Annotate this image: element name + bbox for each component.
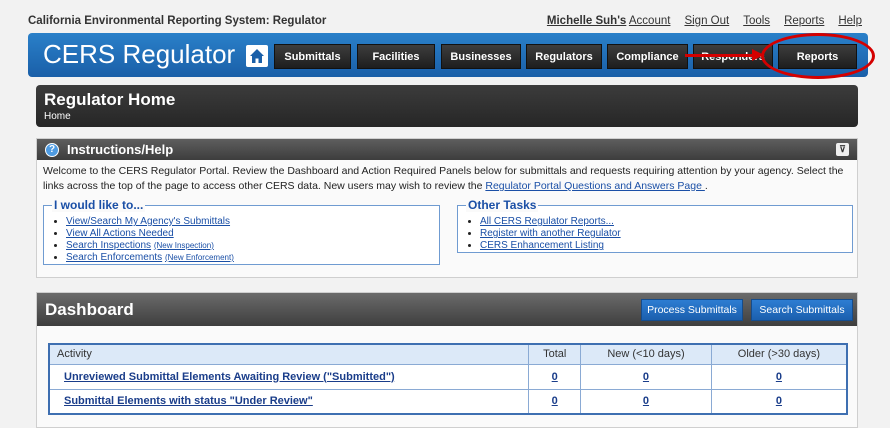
all-reports-link[interactable]: All CERS Regulator Reports... [480, 216, 614, 227]
view-actions-link[interactable]: View All Actions Needed [66, 228, 174, 239]
help-link[interactable]: Help [838, 15, 862, 27]
account-link[interactable]: Michelle Suh's Account [547, 15, 671, 27]
annotation-arrow [685, 54, 755, 57]
total-count-link[interactable]: 0 [552, 371, 558, 383]
view-submittals-link[interactable]: View/Search My Agency's Submittals [66, 216, 230, 227]
older-cell: 0 [710, 363, 848, 390]
user-name[interactable]: Michelle Suh's [547, 15, 626, 27]
activity-cell: Submittal Elements with status "Under Re… [48, 388, 530, 415]
new-count-link[interactable]: 0 [643, 395, 649, 407]
activity-cell: Unreviewed Submittal Elements Awaiting R… [48, 363, 530, 390]
utility-links: Michelle Suh's Account Sign Out Tools Re… [547, 15, 862, 27]
instructions-header[interactable]: ? Instructions/Help ⊽ [37, 139, 857, 160]
home-button[interactable] [246, 45, 268, 67]
col-new: New (<10 days) [580, 343, 712, 365]
col-activity: Activity [48, 343, 530, 365]
under-review-link[interactable]: Submittal Elements with status "Under Re… [64, 395, 313, 407]
other-tasks-legend: Other Tasks [466, 198, 539, 212]
instructions-title: Instructions/Help [67, 142, 174, 157]
tools-link[interactable]: Tools [743, 15, 770, 27]
search-inspections-link[interactable]: Search Inspections [66, 240, 151, 251]
nav-compliance[interactable]: Compliance [607, 44, 688, 69]
search-submittals-button[interactable]: Search Submittals [751, 299, 853, 321]
process-submittals-button[interactable]: Process Submittals [641, 299, 743, 321]
new-count-link[interactable]: 0 [643, 371, 649, 383]
nav-facilities[interactable]: Facilities [357, 44, 435, 69]
new-inspection-link[interactable]: (New Inspection) [154, 241, 214, 250]
nav-submittals[interactable]: Submittals [274, 44, 351, 69]
register-regulator-link[interactable]: Register with another Regulator [480, 228, 621, 239]
new-cell: 0 [580, 388, 712, 415]
search-enforcements-link[interactable]: Search Enforcements [66, 252, 162, 263]
col-older: Older (>30 days) [710, 343, 848, 365]
instructions-end: . [704, 180, 708, 192]
activity-table: Activity Total New (<10 days) Older (>30… [48, 343, 848, 415]
unreviewed-link[interactable]: Unreviewed Submittal Elements Awaiting R… [64, 371, 395, 383]
reports-link[interactable]: Reports [784, 15, 824, 27]
instructions-panel: ? Instructions/Help ⊽ Welcome to the CER… [36, 138, 858, 278]
qa-page-link[interactable]: Regulator Portal Questions and Answers P… [485, 180, 704, 192]
enhancement-listing-link[interactable]: CERS Enhancement Listing [480, 240, 604, 251]
older-count-link[interactable]: 0 [776, 371, 782, 383]
brand-title: CERS Regulator [43, 39, 236, 69]
older-count-link[interactable]: 0 [776, 395, 782, 407]
dashboard-title: Dashboard [45, 299, 134, 319]
breadcrumb[interactable]: Home [44, 111, 850, 122]
help-icon: ? [45, 142, 59, 157]
table-header-row: Activity Total New (<10 days) Older (>30… [48, 343, 848, 365]
account-text[interactable]: Account [629, 15, 671, 27]
instructions-body: Welcome to the CERS Regulator Portal. Re… [43, 165, 844, 192]
total-cell: 0 [528, 388, 582, 415]
i-would-like-legend: I would like to... [52, 198, 146, 212]
table-row: Unreviewed Submittal Elements Awaiting R… [48, 363, 848, 390]
other-tasks-box: Other Tasks All CERS Regulator Reports..… [457, 198, 853, 253]
system-title: California Environmental Reporting Syste… [28, 15, 327, 27]
annotation-circle [761, 33, 875, 79]
col-total: Total [528, 343, 582, 365]
total-cell: 0 [528, 363, 582, 390]
nav-regulators[interactable]: Regulators [526, 44, 602, 69]
sign-out-link[interactable]: Sign Out [684, 15, 729, 27]
page-title: Regulator Home [44, 90, 176, 109]
table-row: Submittal Elements with status "Under Re… [48, 388, 848, 415]
new-cell: 0 [580, 363, 712, 390]
older-cell: 0 [710, 388, 848, 415]
i-would-like-box: I would like to... View/Search My Agency… [43, 198, 440, 265]
collapse-icon[interactable]: ⊽ [836, 143, 849, 156]
new-enforcement-link[interactable]: (New Enforcement) [165, 253, 234, 262]
page-title-band: Regulator Home Home [36, 85, 858, 127]
nav-businesses[interactable]: Businesses [441, 44, 521, 69]
instructions-text: Welcome to the CERS Regulator Portal. Re… [37, 160, 857, 198]
dashboard-panel: Dashboard Process Submittals Search Subm… [36, 292, 858, 428]
total-count-link[interactable]: 0 [552, 395, 558, 407]
home-icon [250, 49, 264, 63]
